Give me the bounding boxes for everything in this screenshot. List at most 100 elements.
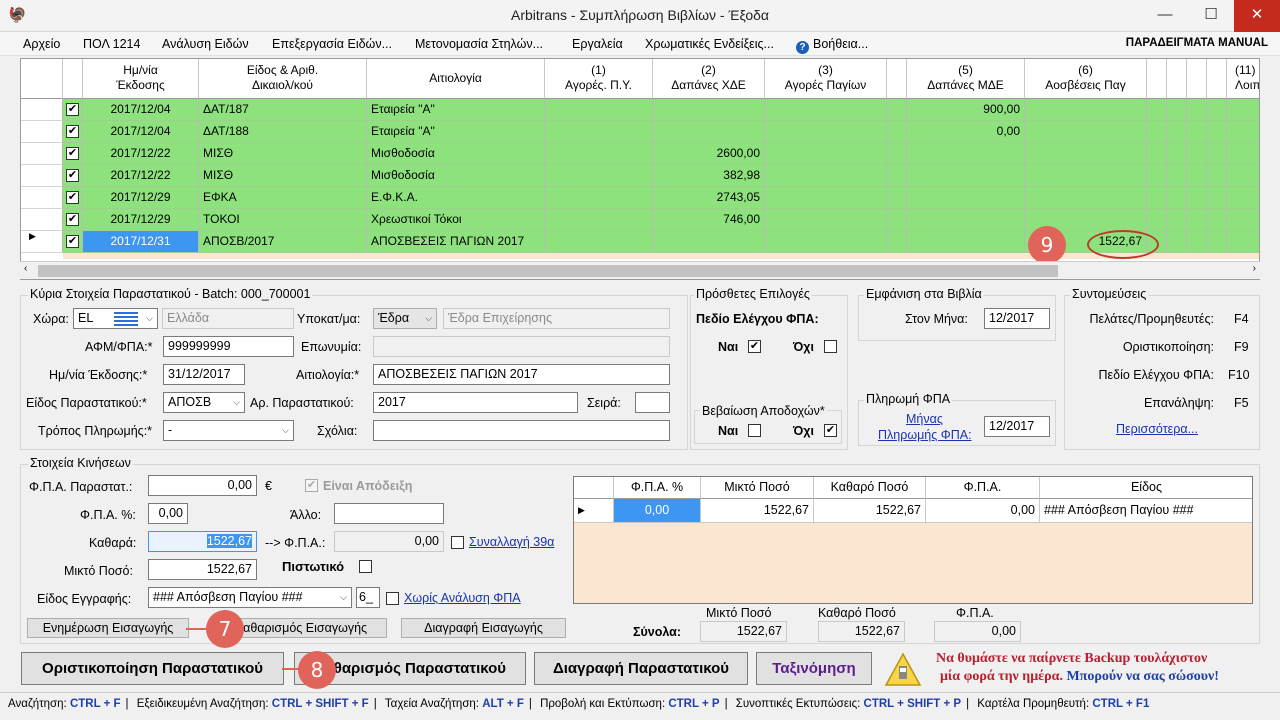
col-header-11[interactable]: (11) Λοιπ bbox=[1227, 59, 1259, 99]
docno-field[interactable]: 2017 bbox=[373, 392, 578, 413]
branch-select[interactable]: Έδρα ⌵ bbox=[373, 308, 437, 329]
grid-cell[interactable] bbox=[1167, 165, 1187, 187]
grid-cell[interactable] bbox=[1147, 209, 1167, 231]
grid-cell[interactable] bbox=[887, 209, 907, 231]
grid-cell-doc[interactable]: ΤΟΚΟΙ bbox=[199, 209, 367, 231]
grid-cell-doc[interactable]: ΜΙΣΘ bbox=[199, 165, 367, 187]
vat-check-yes-checkbox[interactable]: ✔ bbox=[748, 340, 761, 353]
grid-cell[interactable] bbox=[1207, 165, 1227, 187]
grid-cell[interactable] bbox=[1167, 209, 1187, 231]
scrollbar-thumb[interactable] bbox=[38, 265, 1058, 277]
grid-cell-c3[interactable] bbox=[765, 99, 887, 121]
grid-cell-reason[interactable]: Εταιρεία "Α" bbox=[367, 99, 545, 121]
menu-rename-columns[interactable]: Μετονομασία Στηλών... bbox=[415, 37, 543, 51]
row-checkbox[interactable]: ✔ bbox=[66, 191, 79, 204]
grid-cell-c3[interactable] bbox=[765, 209, 887, 231]
scroll-right-icon[interactable]: › bbox=[1253, 263, 1256, 274]
col-header-9[interactable] bbox=[1187, 59, 1207, 99]
grid-cell[interactable] bbox=[1227, 143, 1259, 165]
grid-cell-c2[interactable]: 2600,00 bbox=[653, 143, 765, 165]
doctype-select[interactable]: ΑΠΟΣΒ ⌵ bbox=[163, 392, 245, 413]
grid-cell-date[interactable]: 2017/12/04 bbox=[83, 99, 199, 121]
grid-cell[interactable] bbox=[887, 231, 907, 253]
vat-cell[interactable]: ### Απόσβεση Παγίου ### bbox=[1040, 499, 1252, 523]
grid-cell[interactable] bbox=[1207, 143, 1227, 165]
receipt-no-checkbox[interactable]: ✔ bbox=[824, 424, 837, 437]
grid-cell-c5[interactable] bbox=[907, 165, 1025, 187]
grid-cell-doc[interactable]: ΜΙΣΘ bbox=[199, 143, 367, 165]
vat-check-no-checkbox[interactable] bbox=[824, 340, 837, 353]
col-header-10[interactable] bbox=[1207, 59, 1227, 99]
no-vat-analysis-checkbox[interactable] bbox=[386, 592, 399, 605]
grid-cell[interactable] bbox=[887, 121, 907, 143]
grid-cell-c3[interactable] bbox=[765, 165, 887, 187]
credit-checkbox[interactable] bbox=[359, 560, 372, 573]
country-select[interactable]: EL ⌵ bbox=[73, 308, 158, 329]
col-header-5[interactable]: (5) Δαπάνες ΜΔΕ bbox=[907, 59, 1025, 99]
grid-cell[interactable] bbox=[1207, 121, 1227, 143]
grid-cell-reason[interactable]: Μισθοδοσία bbox=[367, 165, 545, 187]
col-header-4[interactable] bbox=[887, 59, 907, 99]
grid-cell[interactable] bbox=[1227, 165, 1259, 187]
delete-entry-button[interactable]: Διαγραφή Εισαγωγής bbox=[401, 618, 566, 638]
grid-cell-c5[interactable] bbox=[907, 209, 1025, 231]
grid-cell-c6[interactable] bbox=[1025, 187, 1147, 209]
month-field[interactable]: 12/2017 bbox=[984, 308, 1050, 329]
grid-cell-c5[interactable] bbox=[907, 187, 1025, 209]
grid-cell[interactable] bbox=[887, 165, 907, 187]
grid-cell[interactable] bbox=[1187, 165, 1207, 187]
grid-cell-date[interactable]: 2017/12/29 bbox=[83, 187, 199, 209]
grid-cell-c3[interactable] bbox=[765, 143, 887, 165]
grid-cell-c6[interactable] bbox=[1025, 121, 1147, 143]
grid-cell-reason[interactable]: ΑΠΟΣΒΕΣΕΙΣ ΠΑΓΙΩΝ 2017 bbox=[367, 231, 545, 253]
col-header-doc[interactable]: Είδος & Αριθ. Δικαιολ/κού bbox=[199, 59, 367, 99]
vat-cell[interactable]: 0,00 bbox=[614, 499, 701, 523]
afm-field[interactable]: 999999999 bbox=[163, 336, 294, 357]
grid-cell[interactable] bbox=[1207, 99, 1227, 121]
grid-cell[interactable] bbox=[1227, 99, 1259, 121]
grid-cell[interactable] bbox=[1187, 99, 1207, 121]
menu-file[interactable]: Αρχείο bbox=[23, 37, 60, 51]
grid-cell[interactable] bbox=[1187, 143, 1207, 165]
entry-type-code-field[interactable]: 6_ bbox=[356, 587, 380, 608]
grid-cell-c5[interactable]: 0,00 bbox=[907, 121, 1025, 143]
menu-tools[interactable]: Εργαλεία bbox=[572, 37, 623, 51]
grid-cell[interactable] bbox=[1227, 209, 1259, 231]
row-header[interactable] bbox=[21, 121, 63, 143]
col-header-3[interactable]: (3) Αγορές Παγίων bbox=[765, 59, 887, 99]
grid-cell[interactable] bbox=[1207, 231, 1227, 253]
grid-cell-reason[interactable]: Χρεωστικοί Τόκοι bbox=[367, 209, 545, 231]
grid-cell[interactable] bbox=[1167, 143, 1187, 165]
delete-document-button[interactable]: Διαγραφή Παραστατικού bbox=[534, 652, 748, 685]
txn39-checkbox[interactable] bbox=[451, 536, 464, 549]
vat-cell[interactable]: 1522,67 bbox=[701, 499, 814, 523]
row-checkbox-cell[interactable]: ✔ bbox=[63, 231, 83, 253]
grid-cell-c1[interactable] bbox=[545, 143, 653, 165]
grid-cell[interactable] bbox=[1187, 231, 1207, 253]
vat-cell[interactable]: 1522,67 bbox=[814, 499, 926, 523]
row-checkbox-cell[interactable]: ✔ bbox=[63, 143, 83, 165]
menu-pol1214[interactable]: ΠΟΛ 1214 bbox=[83, 37, 140, 51]
grid-cell-c5[interactable] bbox=[907, 143, 1025, 165]
grid-cell-doc[interactable]: ΔΑΤ/187 bbox=[199, 99, 367, 121]
no-vat-analysis-link[interactable]: Χωρίς Ανάλυση ΦΠΑ bbox=[404, 591, 521, 605]
vat-analysis-table[interactable]: Φ.Π.Α. % Μικτό Ποσό Καθαρό Ποσό Φ.Π.Α. Ε… bbox=[573, 476, 1253, 604]
gross-field[interactable]: 1522,67 bbox=[148, 559, 257, 580]
grid-cell-c5[interactable]: 900,00 bbox=[907, 99, 1025, 121]
grid-cell[interactable] bbox=[1147, 121, 1167, 143]
col-header-reason[interactable]: Αιτιολογία bbox=[367, 59, 545, 99]
other-field[interactable] bbox=[334, 503, 444, 524]
col-header-6[interactable]: (6) Αοσβέσεις Παγ bbox=[1025, 59, 1147, 99]
grid-cell[interactable] bbox=[1167, 231, 1187, 253]
sort-button[interactable]: Ταξινόμηση bbox=[756, 652, 872, 685]
row-checkbox-cell[interactable]: ✔ bbox=[63, 209, 83, 231]
menu-item-analysis[interactable]: Ανάλυση Ειδών bbox=[162, 37, 249, 51]
grid-cell[interactable] bbox=[1147, 99, 1167, 121]
grid-cell-c3[interactable] bbox=[765, 121, 887, 143]
row-checkbox[interactable]: ✔ bbox=[66, 213, 79, 226]
grid-cell-c2[interactable]: 2743,05 bbox=[653, 187, 765, 209]
grid-cell-c5[interactable] bbox=[907, 231, 1025, 253]
reason-field[interactable]: ΑΠΟΣΒΕΣΕΙΣ ΠΑΓΙΩΝ 2017 bbox=[373, 364, 670, 385]
row-checkbox-cell[interactable]: ✔ bbox=[63, 99, 83, 121]
menu-help[interactable]: ? Βοήθεια... bbox=[796, 37, 868, 54]
